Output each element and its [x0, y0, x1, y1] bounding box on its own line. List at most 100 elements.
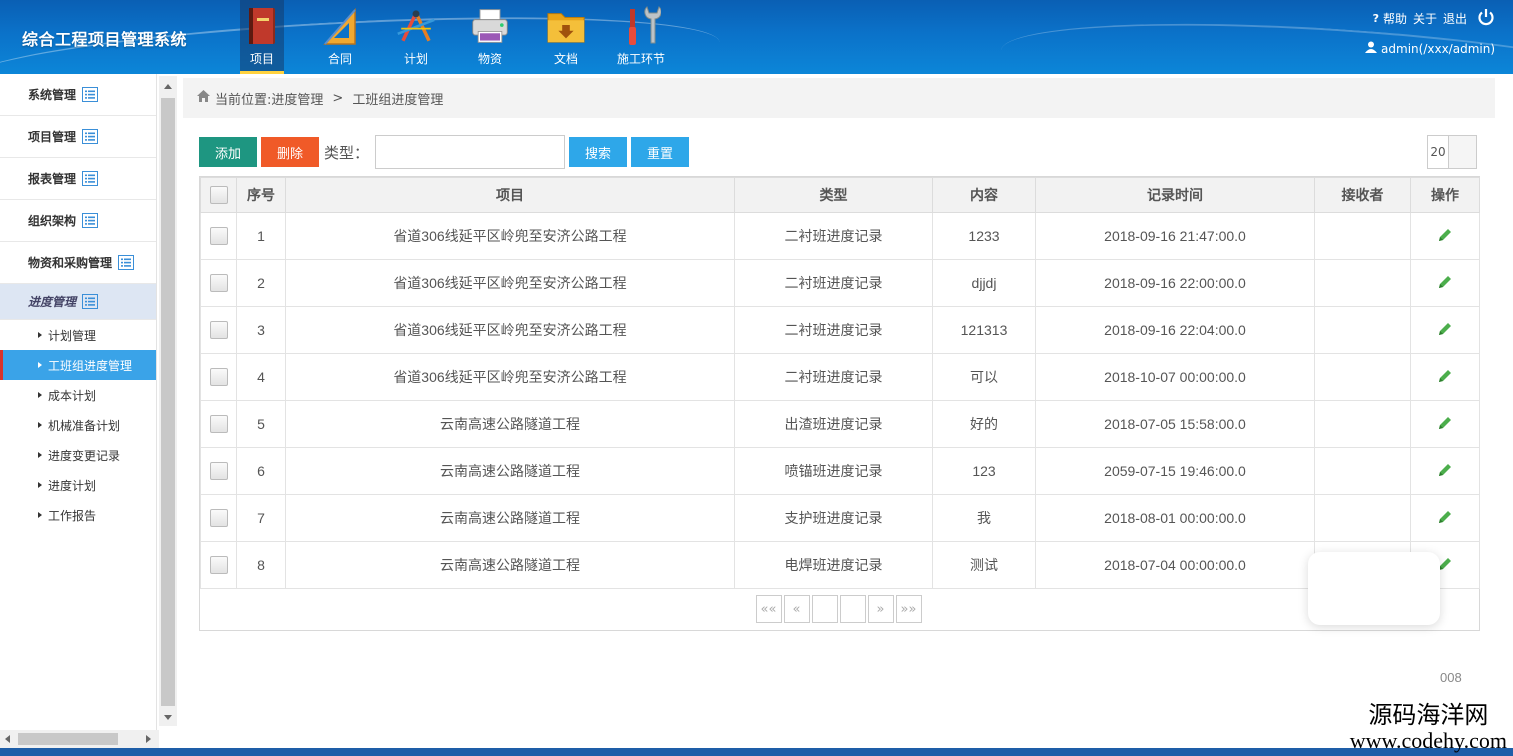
sidebar-vertical-scrollbar[interactable] — [159, 76, 177, 726]
last-page-button[interactable]: »» — [895, 595, 922, 623]
sidebar-item-cost-plan[interactable]: 成本计划 — [0, 380, 156, 410]
scroll-left-icon[interactable] — [5, 735, 10, 743]
sidebar-group-label: 进度管理 — [28, 295, 77, 309]
edit-pencil-icon[interactable] — [1437, 321, 1453, 340]
edit-pencil-icon[interactable] — [1437, 415, 1453, 434]
current-page[interactable] — [811, 595, 838, 623]
top-nav: 项目 合同 计划 物资 文档 施工环节 — [240, 0, 678, 74]
list-icon — [82, 294, 99, 309]
table-row[interactable]: 6 云南高速公路隧道工程 喷锚班进度记录 123 2059-07-15 19:46:00… — [200, 447, 1480, 495]
os-taskbar — [0, 748, 1513, 756]
nav-label: 项目 — [249, 52, 274, 66]
table-row[interactable]: 4 省道306线延平区岭兜至安济公路工程 二衬班进度记录 可以 2018-10-07 0… — [200, 353, 1480, 401]
sidebar-group-org[interactable]: 组织架构 — [0, 200, 156, 242]
cell-actions — [1410, 306, 1480, 354]
edit-pencil-icon[interactable] — [1437, 368, 1453, 387]
cell-type: 二衬班进度记录 — [734, 259, 933, 307]
row-checkbox[interactable] — [209, 509, 228, 528]
home-icon — [197, 90, 210, 106]
nav-label: 物资 — [477, 52, 502, 66]
nav-label: 施工环节 — [616, 52, 665, 66]
edit-pencil-icon[interactable] — [1437, 462, 1453, 481]
cell-content: 1233 — [932, 212, 1036, 260]
nav-item-construction[interactable]: 施工环节 — [604, 0, 678, 74]
sidebar-horizontal-scrollbar[interactable] — [0, 730, 159, 748]
row-checkbox[interactable] — [209, 321, 228, 340]
page-size-dropdown[interactable] — [1448, 136, 1476, 168]
cell-project: 云南高速公路隧道工程 — [285, 400, 735, 448]
page-size-select[interactable]: 20 — [1427, 135, 1477, 169]
prev-page-button[interactable]: « — [783, 595, 810, 623]
cell-no: 5 — [236, 400, 286, 448]
cell-project: 省道306线延平区岭兜至安济公路工程 — [285, 306, 735, 354]
sidebar-item-crew-progress[interactable]: 工班组进度管理 — [0, 350, 156, 380]
sidebar-group-material[interactable]: 物资和采购管理 — [0, 242, 156, 284]
table-row[interactable]: 1 省道306线延平区岭兜至安济公路工程 二衬班进度记录 1233 2018-09-16… — [200, 212, 1480, 260]
sidebar-group-progress[interactable]: 进度管理 — [0, 284, 156, 320]
sidebar: 系统管理 项目管理 报表管理 组织架构 物资和采购管理 进度管理 计划管理 工班… — [0, 74, 157, 730]
edit-pencil-icon[interactable] — [1437, 274, 1453, 293]
nav-item-plan[interactable]: 计划 — [380, 0, 452, 74]
reset-button[interactable]: 重置 — [631, 137, 690, 167]
add-button[interactable]: 添加 — [199, 137, 257, 167]
cell-actions — [1410, 400, 1480, 448]
cell-time: 2059-07-15 19:46:00.0 — [1035, 447, 1315, 495]
watermark-line2: www.codehy.com — [1349, 728, 1507, 754]
scrollbar-thumb[interactable] — [18, 733, 118, 745]
cell-receiver — [1314, 400, 1411, 448]
nav-item-material[interactable]: 物资 — [454, 0, 526, 74]
cell-time: 2018-07-04 00:00:00.0 — [1035, 541, 1315, 589]
cell-time: 2018-09-16 22:04:00.0 — [1035, 306, 1315, 354]
sidebar-item-label: 计划管理 — [48, 328, 97, 343]
select-all-checkbox[interactable] — [209, 186, 228, 205]
breadcrumb-prefix: 当前位置: — [215, 92, 272, 108]
cell-receiver — [1314, 447, 1411, 495]
row-checkbox[interactable] — [209, 368, 228, 387]
type-input[interactable] — [375, 135, 566, 169]
about-link[interactable]: 关于 — [1413, 10, 1437, 27]
sidebar-item-change-record[interactable]: 进度变更记录 — [0, 440, 156, 470]
delete-button[interactable]: 删除 — [261, 137, 319, 167]
sidebar-group-system[interactable]: 系统管理 — [0, 74, 156, 116]
sidebar-item-progress-plan[interactable]: 进度计划 — [0, 470, 156, 500]
power-icon[interactable] — [1477, 8, 1495, 29]
scroll-down-icon[interactable] — [164, 715, 172, 720]
scroll-up-icon[interactable] — [164, 84, 172, 89]
row-checkbox[interactable] — [209, 227, 228, 246]
logout-link[interactable]: 退出 — [1443, 10, 1467, 27]
table-row[interactable]: 3 省道306线延平区岭兜至安济公路工程 二衬班进度记录 121313 2018-09-… — [200, 306, 1480, 354]
nav-item-contract[interactable]: 合同 — [304, 0, 376, 74]
table-row[interactable]: 2 省道306线延平区岭兜至安济公路工程 二衬班进度记录 djjdj 2018-09-1… — [200, 259, 1480, 307]
nav-item-project[interactable]: 项目 — [240, 0, 284, 74]
sidebar-group-project[interactable]: 项目管理 — [0, 116, 156, 158]
edit-pencil-icon[interactable] — [1437, 227, 1453, 246]
sidebar-item-machine-plan[interactable]: 机械准备计划 — [0, 410, 156, 440]
first-page-button[interactable]: «« — [755, 595, 782, 623]
table-row[interactable]: 8 云南高速公路隧道工程 电焊班进度记录 测试 2018-07-04 00:00:00.… — [200, 541, 1480, 589]
cell-content: 121313 — [932, 306, 1036, 354]
breadcrumb-parent[interactable]: 进度管理 — [271, 89, 323, 108]
row-checkbox[interactable] — [209, 415, 228, 434]
search-button[interactable]: 搜索 — [569, 137, 628, 167]
cell-type: 二衬班进度记录 — [734, 212, 933, 260]
sidebar-item-plan-management[interactable]: 计划管理 — [0, 320, 156, 350]
row-checkbox[interactable] — [209, 274, 228, 293]
scroll-right-icon[interactable] — [146, 735, 151, 743]
list-icon — [82, 171, 99, 186]
nav-item-document[interactable]: 文档 — [530, 0, 602, 74]
next-page-button[interactable]: » — [867, 595, 894, 623]
top-header: 综合工程项目管理系统 项目 合同 计划 物资 文档 施工环节 ? 帮助 关于 退… — [0, 0, 1513, 74]
scrollbar-thumb[interactable] — [161, 98, 175, 706]
table-row[interactable]: 5 云南高速公路隧道工程 出渣班进度记录 好的 2018-07-05 15:58:00.… — [200, 400, 1480, 448]
sidebar-item-work-report[interactable]: 工作报告 — [0, 500, 156, 530]
page-size-value: 20 — [1430, 145, 1446, 159]
row-checkbox[interactable] — [209, 556, 228, 575]
table-row[interactable]: 7 云南高速公路隧道工程 支护班进度记录我 2018-08-01 00:00:00.0 — [200, 494, 1480, 542]
sidebar-group-report[interactable]: 报表管理 — [0, 158, 156, 200]
row-checkbox[interactable] — [209, 462, 228, 481]
edit-pencil-icon[interactable] — [1437, 509, 1453, 528]
cell-no: 3 — [236, 306, 286, 354]
help-link[interactable]: 帮助 — [1383, 10, 1407, 27]
cell-no: 4 — [236, 353, 286, 401]
cell-no: 1 — [236, 212, 286, 260]
